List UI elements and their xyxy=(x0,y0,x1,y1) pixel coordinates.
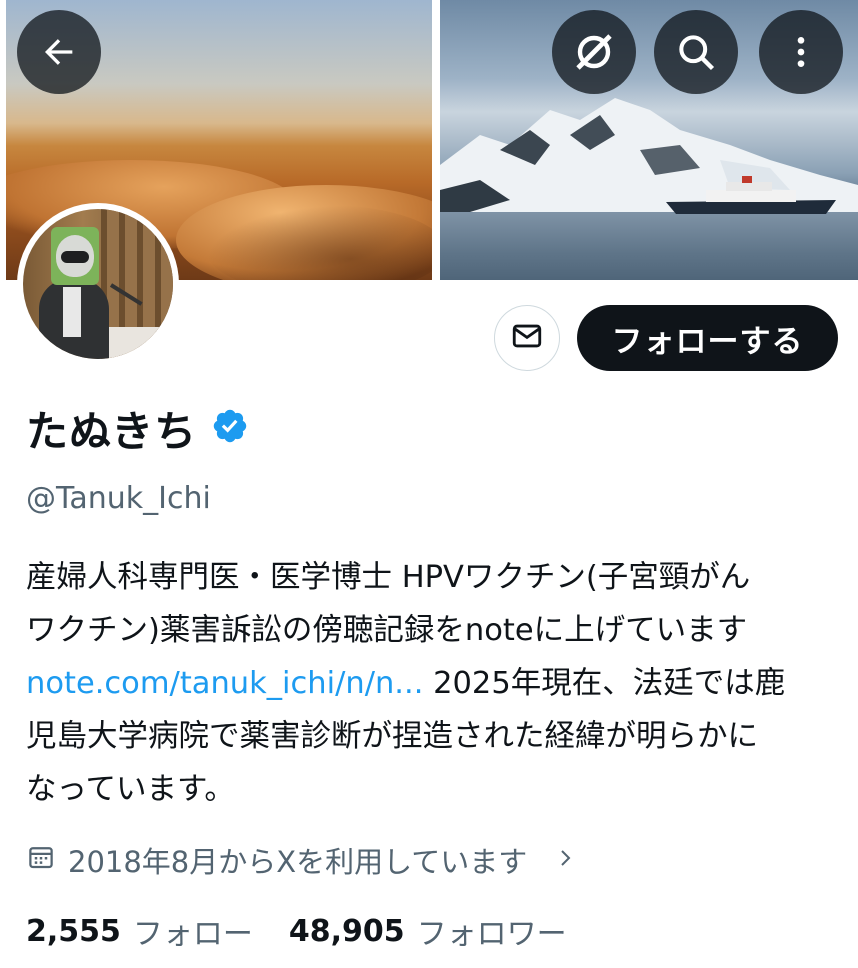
message-button[interactable] xyxy=(494,305,560,371)
followers-count[interactable]: 48,905 xyxy=(289,914,405,949)
bio-text: 2025年現在、法廷では鹿 xyxy=(423,666,786,701)
bio-line: ワクチン)薬害訴訟の傍聴記録をnoteに上げています xyxy=(26,613,748,648)
bio-link[interactable]: note.com/tanuk_ichi/n/n... xyxy=(26,666,423,701)
more-options-button[interactable] xyxy=(759,10,843,94)
bio-line: note.com/tanuk_ichi/n/n... 2025年現在、法廷では鹿 xyxy=(26,657,836,710)
bio-line: なっています。 xyxy=(26,772,235,807)
avatar[interactable] xyxy=(17,203,179,365)
avatar-image xyxy=(23,209,173,359)
follow-button[interactable]: フォローする xyxy=(577,305,838,371)
more-vertical-icon xyxy=(781,32,821,72)
user-handle: @Tanuk_Ichi xyxy=(26,481,211,516)
search-button[interactable] xyxy=(654,10,738,94)
joined-date-text: 2018年8月からXを利用しています xyxy=(68,845,528,879)
verified-badge-icon[interactable] xyxy=(211,407,249,449)
display-name: たぬきち xyxy=(26,406,198,456)
followers-label[interactable]: フォロワー xyxy=(417,909,567,953)
bio-line: 産婦人科専門医・医学博士 HPVワクチン(子宮頸がん xyxy=(26,560,751,595)
calendar-icon xyxy=(26,842,56,879)
grok-button[interactable] xyxy=(552,10,636,94)
bio-line: 児島大学病院で薬害診断が捏造された経緯が明らかに xyxy=(26,719,758,754)
following-label[interactable]: フォロー xyxy=(133,909,253,953)
joined-date-row[interactable]: 2018年8月からXを利用しています xyxy=(26,838,577,882)
chevron-right-icon xyxy=(553,843,577,877)
grok-icon xyxy=(570,28,618,76)
follow-stats: 2,555 フォロー 48,905 フォロワー xyxy=(26,909,603,953)
display-name-row: たぬきち xyxy=(26,400,249,456)
profile-bio: 産婦人科専門医・医学博士 HPVワクチン(子宮頸がん ワクチン)薬害訴訟の傍聴記… xyxy=(26,551,836,816)
arrow-left-icon xyxy=(39,32,79,72)
back-button[interactable] xyxy=(17,10,101,94)
following-count[interactable]: 2,555 xyxy=(26,914,121,949)
mail-icon xyxy=(510,319,544,357)
search-icon xyxy=(674,30,718,74)
